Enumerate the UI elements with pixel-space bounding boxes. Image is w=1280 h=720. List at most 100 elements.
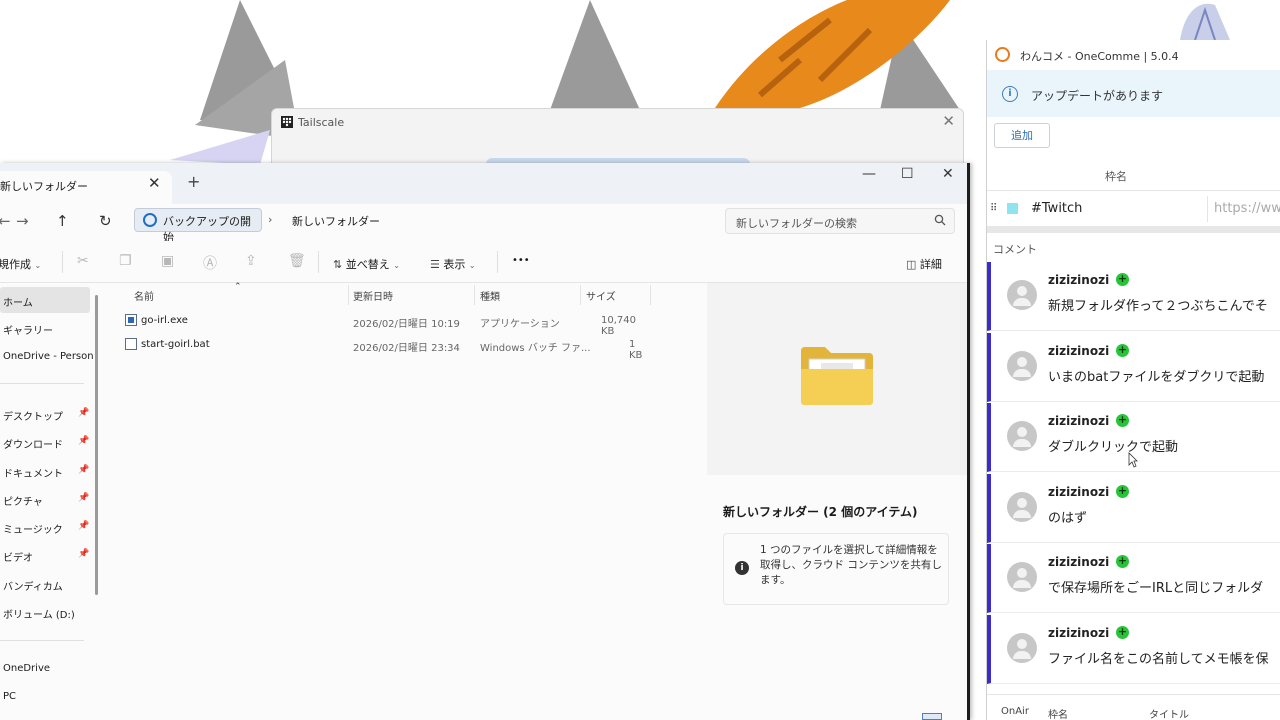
sidebar-item-label: ダウンロード bbox=[3, 440, 63, 451]
sort-label: 並べ替え bbox=[345, 258, 390, 271]
info-text: 1 つのファイルを選択して詳細情報を取得し、クラウド コンテンツを共有します。 bbox=[760, 544, 942, 586]
view-toggle-button[interactable] bbox=[922, 713, 942, 720]
bat-file-icon bbox=[125, 338, 137, 350]
sidebar-item[interactable]: デスクトップ 📌 bbox=[0, 401, 90, 427]
comment-item[interactable]: zizizinozi + で保存場所をごーIRLと同じフォルダ bbox=[987, 544, 1280, 613]
paste-icon[interactable]: ▣ bbox=[161, 253, 174, 269]
more-options-icon[interactable]: ••• bbox=[512, 255, 530, 266]
column-divider bbox=[474, 285, 475, 305]
new-tab-icon[interactable]: + bbox=[187, 172, 200, 191]
comment-item[interactable]: zizizinozi + 新規フォルダ作って２つぶちこんでそ bbox=[987, 262, 1280, 331]
plus-badge-icon: + bbox=[1116, 342, 1129, 357]
command-bar: 規作成 ⌄ ✂ ❐ ▣ Ⓐ ⇪ 🗑 ⇅ 並べ替え ⌄ ☰ 表示 ⌄ ••• ◫ … bbox=[0, 241, 967, 283]
maximize-button[interactable]: ☐ bbox=[901, 166, 914, 182]
close-button[interactable]: ✕ bbox=[942, 166, 954, 182]
column-divider bbox=[348, 285, 349, 305]
copy-icon[interactable]: ❐ bbox=[119, 253, 132, 269]
column-size[interactable]: サイズ bbox=[586, 288, 616, 303]
update-banner[interactable]: i アップデートがあります bbox=[987, 70, 1280, 117]
minimize-button[interactable]: — bbox=[862, 166, 876, 182]
sidebar-item[interactable]: OneDrive bbox=[0, 656, 90, 682]
mouse-cursor-icon bbox=[1128, 452, 1138, 468]
cut-icon[interactable]: ✂ bbox=[77, 253, 89, 269]
search-icon bbox=[934, 214, 946, 226]
sidebar-item[interactable]: PC bbox=[0, 684, 90, 710]
pin-icon: 📌 bbox=[78, 436, 90, 446]
plus-badge-icon: + bbox=[1116, 624, 1129, 639]
column-divider bbox=[580, 285, 581, 305]
refresh-icon[interactable]: ↻ bbox=[99, 212, 112, 230]
sidebar-item[interactable]: ホーム bbox=[0, 287, 90, 313]
pin-icon: 📌 bbox=[78, 408, 90, 418]
view-label: 表示 bbox=[443, 258, 466, 271]
toolbar-divider bbox=[318, 251, 319, 273]
sidebar-item[interactable]: ギャラリー bbox=[0, 315, 90, 341]
comment-item[interactable]: zizizinozi + ファイル名をこの名前してメモ帳を保 bbox=[987, 614, 1280, 684]
onecomme-logo-icon bbox=[995, 47, 1010, 62]
sidebar-item[interactable]: ビデオ 📌 bbox=[0, 542, 90, 568]
avatar bbox=[1007, 280, 1037, 310]
avatar bbox=[1007, 350, 1037, 381]
sidebar-item-label: ピクチャ bbox=[3, 497, 43, 508]
footer-slot: 枠名 bbox=[1048, 710, 1068, 720]
view-button[interactable]: ☰ 表示 ⌄ bbox=[430, 256, 476, 272]
toolbar-divider bbox=[62, 251, 63, 273]
column-divider bbox=[1207, 196, 1208, 222]
column-modified[interactable]: 更新日時 bbox=[353, 288, 393, 303]
add-button[interactable]: 追加 bbox=[994, 123, 1050, 148]
avatar bbox=[1007, 632, 1037, 663]
navigation-scrollbar[interactable] bbox=[95, 295, 98, 595]
tab-close-icon[interactable]: ✕ bbox=[148, 174, 161, 192]
sidebar-item-label: ボリューム (D:) bbox=[3, 610, 75, 621]
file-size: 1 KB bbox=[629, 339, 643, 361]
sidebar-item[interactable]: OneDrive - Person bbox=[0, 344, 94, 370]
sidebar-item[interactable]: ダウンロード 📌 bbox=[0, 429, 90, 455]
sidebar-item[interactable]: ミュージック 📌 bbox=[0, 514, 90, 540]
preview-title: 新しいフォルダー (2 個のアイテム) bbox=[723, 505, 918, 519]
navigation-pane: ホーム ギャラリー OneDrive - Person デスクトップ 📌 ダウンロード 📌 ド… bbox=[0, 283, 104, 720]
comment-item[interactable]: zizizinozi + のはず bbox=[987, 473, 1280, 543]
column-name[interactable]: 名前 bbox=[134, 288, 154, 303]
search-input[interactable]: 新しいフォルダーの検索 bbox=[725, 208, 955, 234]
slot-color-swatch[interactable] bbox=[1007, 203, 1018, 214]
pin-icon: 📌 bbox=[78, 549, 90, 559]
file-row[interactable]: go-irl.exe 2026/02/日曜日 10:19 アプリケーション 10… bbox=[119, 309, 649, 337]
info-icon: i bbox=[735, 561, 749, 575]
preview-area bbox=[707, 283, 967, 475]
breadcrumb-folder[interactable]: 新しいフォルダー bbox=[292, 213, 380, 229]
new-button[interactable]: 規作成 ⌄ bbox=[0, 256, 41, 272]
onecomme-window: わんコメ - OneComme | 5.0.4 i アップデートがあります 追加… bbox=[986, 40, 1280, 720]
column-type[interactable]: 種類 bbox=[480, 288, 500, 303]
sidebar-item[interactable]: ボリューム (D:) bbox=[0, 599, 90, 625]
comment-item[interactable]: zizizinozi + いまのbatファイルをダブクリで起動 bbox=[987, 332, 1280, 402]
sidebar-item[interactable]: ドキュメント 📌 bbox=[0, 458, 90, 484]
tailscale-window[interactable]: Tailscale ✕ bbox=[271, 108, 964, 168]
rename-icon[interactable]: Ⓐ bbox=[203, 253, 217, 273]
back-arrow-icon[interactable]: ← bbox=[0, 212, 11, 230]
sidebar-item-label: OneDrive - Person bbox=[3, 351, 94, 362]
explorer-tab[interactable]: 新しいフォルダー ✕ bbox=[0, 171, 172, 204]
comment-list[interactable]: zizizinozi + 新規フォルダ作って２つぶちこんでそ zizizinozi + い… bbox=[987, 262, 1280, 694]
slot-row[interactable]: ⠿ #Twitch https://www bbox=[987, 192, 1280, 226]
sidebar-item-label: バンディカム bbox=[3, 582, 63, 593]
slot-table-header: 枠名 ト bbox=[987, 158, 1280, 191]
tailscale-close-icon[interactable]: ✕ bbox=[942, 112, 955, 130]
sidebar-item[interactable]: バンディカム bbox=[0, 571, 90, 597]
sort-arrow-icon: ⌃ bbox=[234, 282, 242, 292]
details-button[interactable]: ◫ 詳細 bbox=[906, 256, 942, 272]
file-row[interactable]: start-goirl.bat 2026/02/日曜日 23:34 Window… bbox=[119, 333, 649, 361]
comment-text: いまのbatファイルをダブクリで起動 bbox=[1048, 369, 1265, 385]
chevron-down-icon: ⌄ bbox=[34, 261, 42, 270]
forward-arrow-icon[interactable]: → bbox=[16, 212, 29, 230]
sidebar-item[interactable]: ピクチャ 📌 bbox=[0, 486, 90, 512]
share-icon[interactable]: ⇪ bbox=[245, 253, 257, 269]
slot-url-input[interactable]: https://www bbox=[1214, 201, 1280, 216]
backup-breadcrumb-button[interactable]: バックアップの開始 bbox=[134, 208, 262, 244]
delete-icon[interactable]: 🗑 bbox=[288, 253, 306, 269]
footer-onair: OnAir bbox=[1001, 706, 1029, 717]
details-pane: 新しいフォルダー (2 個のアイテム) i 1 つのファイルを選択して詳細情報を… bbox=[707, 283, 967, 720]
comments-label: コメント bbox=[993, 243, 1037, 256]
up-arrow-icon[interactable]: ↑ bbox=[56, 212, 69, 230]
sort-button[interactable]: ⇅ 並べ替え ⌄ bbox=[333, 256, 400, 272]
drag-handle-icon[interactable]: ⠿ bbox=[990, 203, 997, 214]
